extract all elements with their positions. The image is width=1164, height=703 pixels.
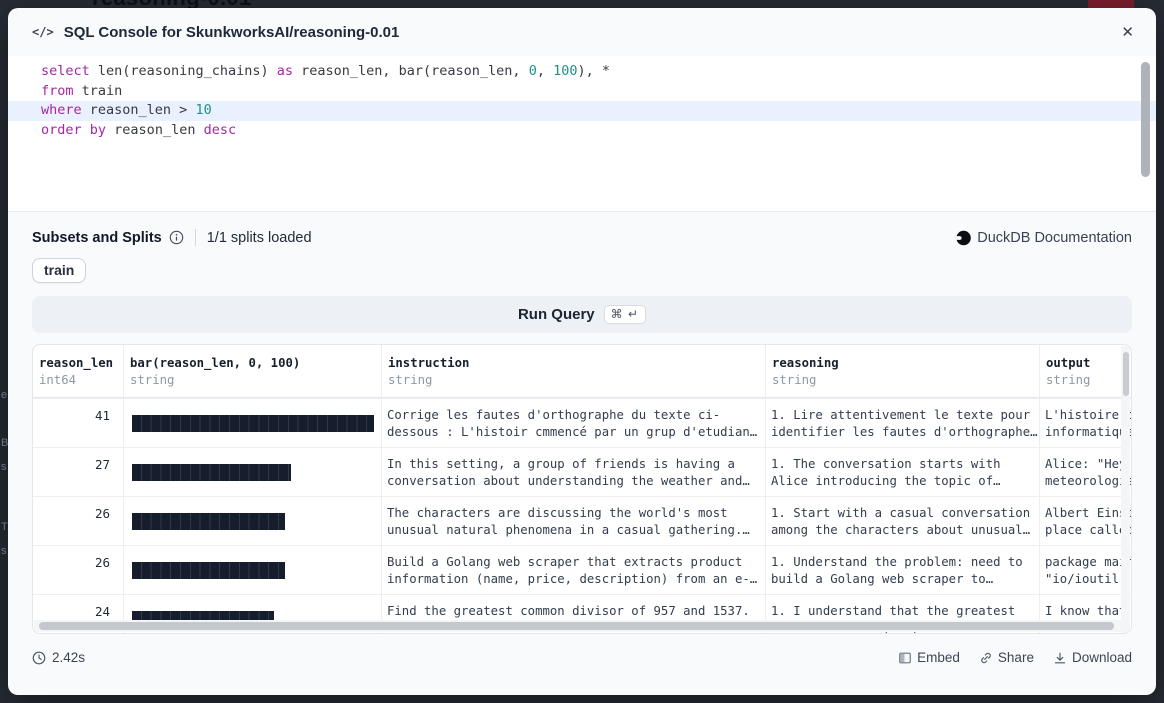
table-horizontal-scrollbar-thumb[interactable] <box>39 622 1114 630</box>
cell-reason-len: 26 <box>33 546 123 594</box>
background-text-fragment: s <box>1 545 7 557</box>
column-header-reason-len: reason_len int64 <box>33 345 123 397</box>
share-button[interactable]: Share <box>979 650 1034 665</box>
background-text-fragment: s <box>1 461 7 473</box>
splits-heading: Subsets and Splits <box>32 230 162 246</box>
results-table: reason_len int64 bar(reason_len, 0, 100)… <box>32 344 1132 634</box>
cell-reason-len: 26 <box>33 497 123 545</box>
editor-vertical-scrollbar[interactable] <box>1141 62 1150 177</box>
share-label: Share <box>998 650 1034 665</box>
cell-instruction: In this setting, a group of friends is h… <box>381 448 765 496</box>
duckdb-icon <box>955 230 971 246</box>
run-query-label: Run Query <box>518 306 595 323</box>
cell-reasoning: 1. Lire attentivement le texte pour iden… <box>765 399 1039 447</box>
background-text-fragment: T <box>1 521 8 533</box>
download-button[interactable]: Download <box>1053 650 1132 665</box>
column-header-output: output string <box>1039 345 1131 397</box>
code-lines: select len(reasoning_chains) as reason_l… <box>8 62 1156 140</box>
bar-fill <box>132 562 285 579</box>
embed-icon <box>898 651 912 665</box>
cell-reason-len: 41 <box>33 399 123 447</box>
column-header-bar: bar(reason_len, 0, 100) string <box>123 345 381 397</box>
modal-footer: 2.42s Embed Share Download <box>32 650 1132 665</box>
code-line[interactable]: select len(reasoning_chains) as reason_l… <box>8 62 1156 82</box>
table-vertical-scrollbar[interactable] <box>1121 346 1130 634</box>
column-header-reasoning: reasoning string <box>765 345 1039 397</box>
bar-fill <box>132 415 374 432</box>
keyboard-shortcut-badge: ⌘ ↵ <box>604 305 646 324</box>
code-icon: </> <box>32 25 54 39</box>
cell-reasoning: 1. Start with a casual conversation amon… <box>765 497 1039 545</box>
query-duration: 2.42s <box>32 650 85 665</box>
table-row[interactable]: 41 Corrige les fautes d'orthographe du t… <box>33 398 1131 447</box>
background-red-badge <box>1088 0 1134 8</box>
split-chip-train[interactable]: train <box>32 258 86 283</box>
cell-bar <box>123 546 381 594</box>
cell-instruction: Corrige les fautes d'orthographe du text… <box>381 399 765 447</box>
cell-bar <box>123 448 381 496</box>
editor-divider <box>8 211 1156 212</box>
embed-label: Embed <box>917 650 960 665</box>
split-chip-row: train <box>32 258 1132 283</box>
download-icon <box>1053 651 1067 665</box>
table-row[interactable]: 26 The characters are discussing the wor… <box>33 496 1131 545</box>
vertical-separator <box>195 229 196 246</box>
duckdb-link-label: DuckDB Documentation <box>977 230 1132 246</box>
modal-title: SQL Console for SkunkworksAI/reasoning-0… <box>64 24 400 41</box>
footer-actions: Embed Share Download <box>898 650 1132 665</box>
table-horizontal-scrollbar[interactable] <box>34 620 1121 632</box>
bar-fill <box>132 513 285 530</box>
code-line[interactable]: order by reason_len desc <box>8 121 1156 141</box>
cell-output: L'histoire co informatique <box>1039 399 1131 447</box>
cell-output: package main "io/ioutil" " <box>1039 546 1131 594</box>
cell-reasoning: 1. The conversation starts with Alice in… <box>765 448 1039 496</box>
code-line[interactable]: where reason_len > 10 <box>8 101 1156 121</box>
splits-row: Subsets and Splits 1/1 splits loaded Duc… <box>32 229 1132 246</box>
run-query-button[interactable]: Run Query ⌘ ↵ <box>32 296 1132 333</box>
close-icon[interactable]: ✕ <box>1117 21 1138 44</box>
modal-titlebar: </> SQL Console for SkunkworksAI/reasoni… <box>8 8 1156 56</box>
info-icon[interactable] <box>169 230 184 245</box>
table-row[interactable]: 26 Build a Golang web scraper that extra… <box>33 545 1131 594</box>
clock-icon <box>32 651 46 665</box>
cell-instruction: The characters are discussing the world'… <box>381 497 765 545</box>
cell-output: Alice: "Hey g meteorologist <box>1039 448 1131 496</box>
page-backdrop: reasoning-0.01 e B s T s </> SQL Console… <box>0 0 1164 703</box>
sql-console-modal: </> SQL Console for SkunkworksAI/reasoni… <box>8 8 1156 695</box>
share-link-icon <box>979 651 993 665</box>
cell-bar <box>123 399 381 447</box>
cell-instruction: Build a Golang web scraper that extracts… <box>381 546 765 594</box>
duckdb-documentation-link[interactable]: DuckDB Documentation <box>955 230 1132 246</box>
cell-output: Albert Einste place called <box>1039 497 1131 545</box>
column-header-instruction: instruction string <box>381 345 765 397</box>
sql-editor[interactable]: select len(reasoning_chains) as reason_l… <box>8 56 1156 211</box>
bar-fill <box>132 464 291 481</box>
download-label: Download <box>1072 650 1132 665</box>
duration-label: 2.42s <box>52 650 85 665</box>
cell-reasoning: 1. Understand the problem: need to build… <box>765 546 1039 594</box>
code-line[interactable]: from train <box>8 82 1156 102</box>
table-row[interactable]: 27 In this setting, a group of friends i… <box>33 447 1131 496</box>
background-text-fragment: e <box>1 389 7 401</box>
splits-loaded-status: 1/1 splits loaded <box>207 230 312 246</box>
cell-bar <box>123 497 381 545</box>
table-header-row: reason_len int64 bar(reason_len, 0, 100)… <box>33 345 1131 398</box>
embed-button[interactable]: Embed <box>898 650 960 665</box>
table-vertical-scrollbar-thumb[interactable] <box>1123 352 1129 396</box>
cell-reason-len: 27 <box>33 448 123 496</box>
